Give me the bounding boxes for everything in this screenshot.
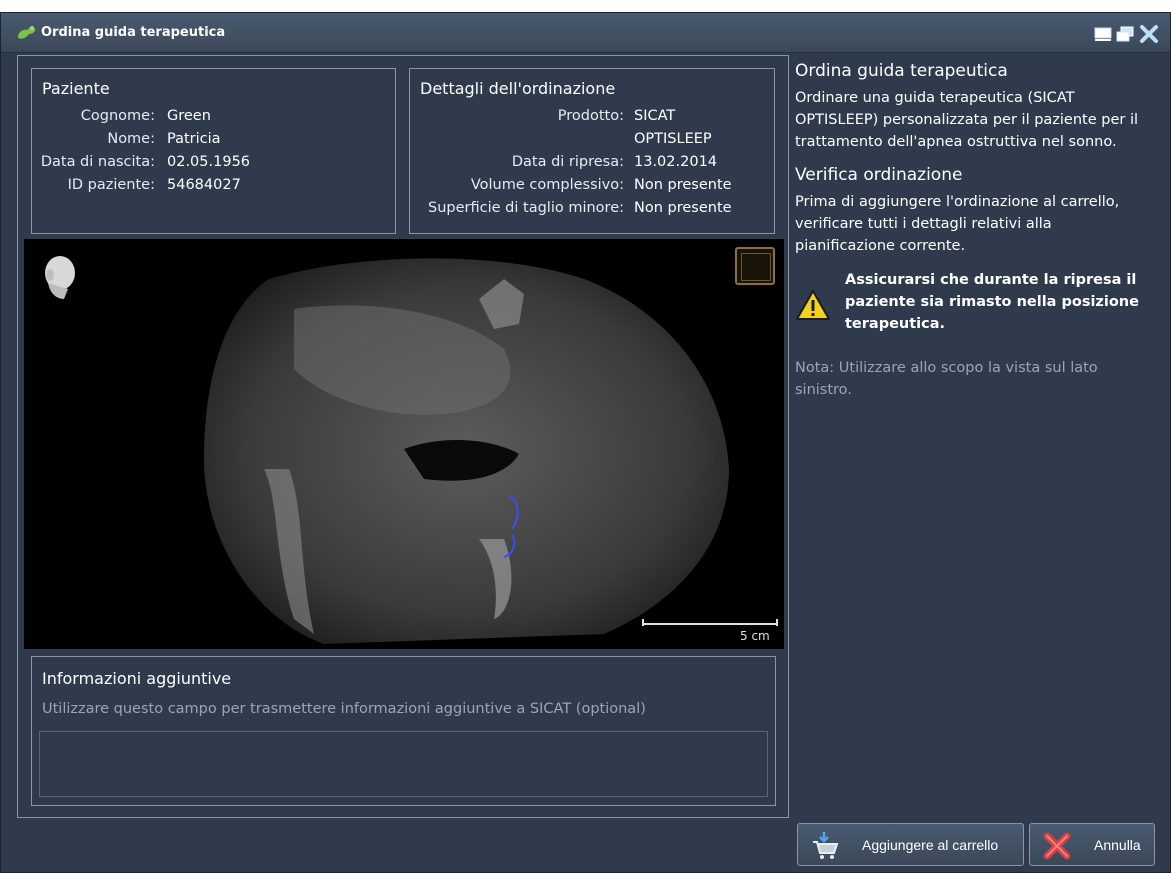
cancel-x-icon: [1043, 832, 1071, 860]
tooth-icon: [18, 26, 36, 39]
volume-value: Non presente: [634, 177, 732, 193]
cut-surface-value: Non presente: [634, 200, 732, 216]
scan-date-label: Data di ripresa:: [511, 154, 624, 170]
title-bar: Ordina guida terapeutica: [1, 13, 1170, 53]
scan-date-value: 13.02.2014: [634, 154, 718, 170]
restore-icon[interactable]: [1115, 25, 1135, 43]
window-title: Ordina guida terapeutica: [41, 25, 226, 40]
cut-surface-label: Superficie di taglio minore:: [428, 200, 624, 216]
instructions-panel: Ordina guida terapeutica Ordinare una gu…: [795, 61, 1155, 401]
scale-bar: [642, 619, 778, 626]
minimize-icon[interactable]: [1093, 25, 1113, 43]
name-label: Nome:: [107, 131, 155, 147]
note-text: Nota: Utilizzare allo scopo la vista sul…: [795, 360, 1098, 398]
ct-scan-image: [204, 258, 729, 644]
add-to-cart-label: Aggiungere al carrello: [862, 837, 999, 853]
patient-title: Paziente: [42, 79, 110, 98]
ct-sagittal-view[interactable]: 5 cm: [24, 239, 784, 649]
verify-description: Prima di aggiungere l'ordinazione al car…: [795, 194, 1120, 254]
additional-info-title: Informazioni aggiuntive: [42, 669, 232, 688]
order-description: Ordinare una guida terapeutica (SICAT OP…: [795, 90, 1139, 150]
head-orientation-icon[interactable]: [38, 253, 78, 301]
patient-section: Paziente Cognome: Green Nome: Patricia D…: [31, 68, 396, 234]
birthdate-value: 02.05.1956: [167, 154, 251, 170]
additional-info-input[interactable]: [39, 731, 768, 797]
birthdate-label: Data di nascita:: [40, 154, 155, 170]
warning-block: Assicurarsi che durante la ripresa il pa…: [795, 269, 1155, 339]
order-details-section: Dettagli dell'ordinazione Prodotto: SICA…: [409, 68, 775, 234]
product-value-line2: OPTISLEEP: [634, 131, 712, 147]
patient-id-label: ID paziente:: [67, 177, 155, 193]
cancel-button[interactable]: Annulla: [1029, 823, 1155, 866]
cart-icon: [813, 832, 839, 859]
patient-id-value: 54684027: [167, 177, 241, 193]
product-label: Prodotto:: [557, 108, 624, 124]
warning-text: Assicurarsi che durante la ripresa il pa…: [845, 272, 1139, 332]
surname-value: Green: [167, 108, 211, 124]
left-panel: Paziente Cognome: Green Nome: Patricia D…: [17, 55, 789, 818]
scale-label: 5 cm: [740, 629, 770, 643]
surname-label: Cognome:: [80, 108, 155, 124]
additional-info-section: Informazioni aggiuntive Utilizzare quest…: [31, 656, 776, 806]
order-dialog: Ordina guida terapeutica Paziente Cognom…: [0, 12, 1171, 873]
close-icon[interactable]: [1139, 25, 1159, 43]
warning-icon: [796, 290, 830, 320]
add-to-cart-button[interactable]: Aggiungere al carrello: [797, 823, 1024, 866]
additional-info-hint: Utilizzare questo campo per trasmettere …: [42, 701, 646, 717]
order-heading: Ordina guida terapeutica: [795, 61, 1008, 81]
order-details-title: Dettagli dell'ordinazione: [420, 79, 616, 98]
view-layout-button[interactable]: [735, 247, 775, 285]
volume-label: Volume complessivo:: [470, 177, 624, 193]
name-value: Patricia: [167, 131, 221, 147]
product-value-line1: SICAT: [634, 108, 676, 124]
cancel-label: Annulla: [1094, 837, 1141, 853]
verify-heading: Verifica ordinazione: [795, 165, 963, 185]
